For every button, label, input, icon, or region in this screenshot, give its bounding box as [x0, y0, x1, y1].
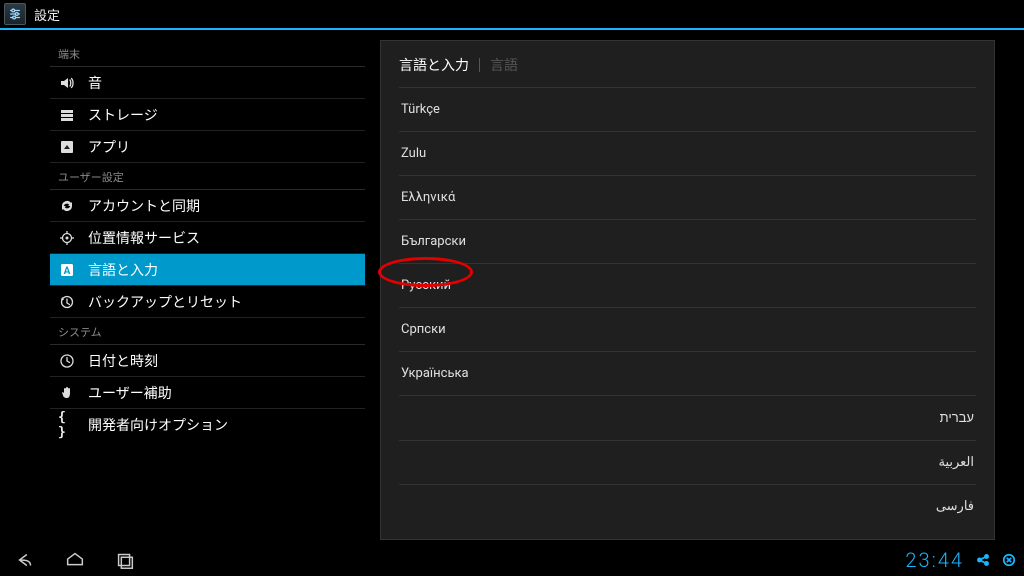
sidebar-item-label: 開発者向けオプション: [88, 415, 228, 435]
sidebar-item-label: アカウントと同期: [88, 196, 200, 216]
sidebar-item-storage[interactable]: ストレージ: [50, 99, 365, 131]
braces-icon: { }: [58, 416, 76, 434]
volume-icon: [58, 74, 76, 92]
location-icon: [58, 229, 76, 247]
sidebar-item-apps[interactable]: アプリ: [50, 131, 365, 163]
backup-icon: [58, 293, 76, 311]
sidebar-item-accessibility[interactable]: ユーザー補助: [50, 377, 365, 409]
sidebar-item-label: ストレージ: [88, 105, 158, 125]
svg-text:A: A: [64, 266, 71, 277]
sidebar-item-label: 日付と時刻: [88, 351, 158, 371]
sidebar-item-sound[interactable]: 音: [50, 67, 365, 99]
apps-icon: [58, 138, 76, 156]
back-button[interactable]: [0, 544, 50, 576]
breadcrumb-divider: [479, 58, 480, 72]
language-option-turkce[interactable]: Türkçe: [399, 87, 976, 131]
window-title: 設定: [34, 5, 60, 24]
section-header-user: ユーザー設定: [50, 163, 365, 190]
sidebar-item-label: ユーザー補助: [88, 383, 172, 403]
language-icon: A: [58, 261, 76, 279]
language-option-russian[interactable]: Русский: [399, 263, 976, 307]
storage-icon: [58, 106, 76, 124]
breadcrumb-secondary: 言語: [490, 55, 518, 75]
section-header-device: 端末: [50, 40, 365, 67]
sidebar-item-language[interactable]: A 言語と入力: [50, 254, 365, 286]
sidebar-item-label: 言語と入力: [88, 260, 158, 280]
language-option-ukrainian[interactable]: Українська: [399, 351, 976, 395]
sidebar-item-label: バックアップとリセット: [88, 292, 242, 312]
sidebar-item-label: 音: [88, 73, 102, 93]
language-list[interactable]: Türkçe Zulu Ελληνικά Български Русский С…: [381, 87, 994, 528]
close-status-icon[interactable]: [998, 553, 1020, 567]
recent-apps-button[interactable]: [100, 544, 150, 576]
title-underline: [0, 28, 1024, 30]
sync-icon: [58, 197, 76, 215]
share-icon[interactable]: [972, 553, 994, 567]
sidebar-item-developer[interactable]: { } 開発者向けオプション: [50, 409, 365, 441]
sidebar-item-backup[interactable]: バックアップとリセット: [50, 286, 365, 318]
sidebar-item-label: 位置情報サービス: [88, 228, 200, 248]
language-option-farsi[interactable]: فارسی: [399, 484, 976, 528]
language-option-hebrew[interactable]: עברית: [399, 395, 976, 440]
settings-sidebar: 端末 音 ストレージ アプリ ユーザー設定 アカウントと同期 位置情報サービス: [50, 40, 365, 441]
breadcrumb-primary: 言語と入力: [399, 55, 469, 75]
language-option-arabic[interactable]: العربية: [399, 440, 976, 484]
language-option-bulgarian[interactable]: Български: [399, 219, 976, 263]
sidebar-item-label: アプリ: [88, 137, 130, 157]
section-header-system: システム: [50, 318, 365, 345]
hand-icon: [58, 384, 76, 402]
language-option-serbian[interactable]: Српски: [399, 307, 976, 351]
settings-app-icon: [4, 3, 26, 25]
system-navbar: 23:44: [0, 544, 1024, 576]
language-option-zulu[interactable]: Zulu: [399, 131, 976, 175]
main-header: 言語と入力 言語: [381, 41, 994, 87]
language-option-greek[interactable]: Ελληνικά: [399, 175, 976, 219]
window-titlebar: 設定: [0, 0, 1024, 28]
clock-icon: [58, 352, 76, 370]
sidebar-item-datetime[interactable]: 日付と時刻: [50, 345, 365, 377]
sidebar-item-location[interactable]: 位置情報サービス: [50, 222, 365, 254]
home-button[interactable]: [50, 544, 100, 576]
status-clock: 23:44: [905, 548, 964, 572]
main-panel: 言語と入力 言語 Türkçe Zulu Ελληνικά Български …: [380, 40, 995, 540]
sidebar-item-accounts[interactable]: アカウントと同期: [50, 190, 365, 222]
